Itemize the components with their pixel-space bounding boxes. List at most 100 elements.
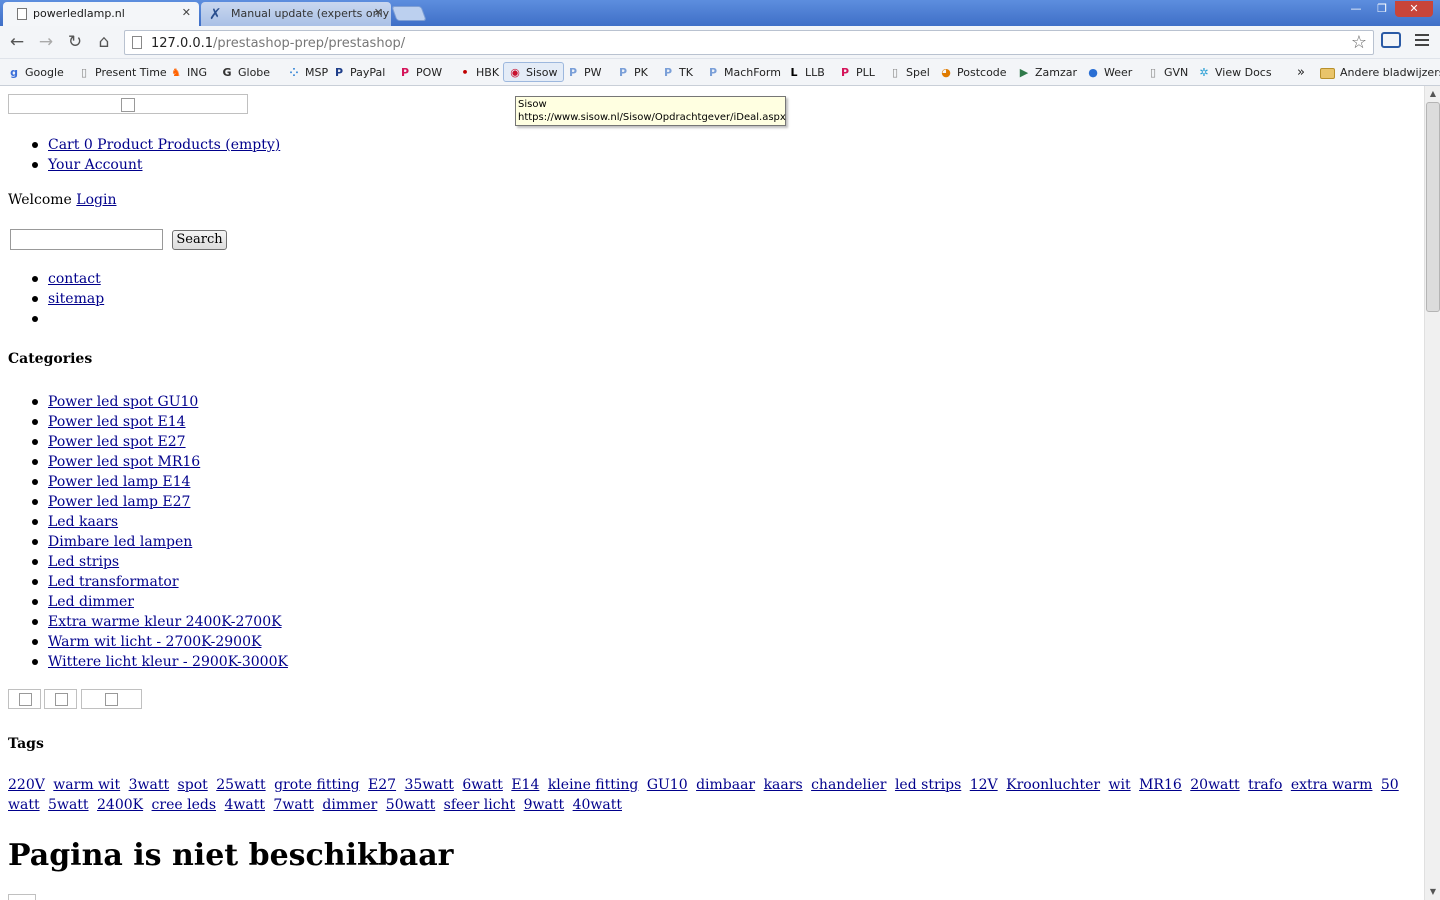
forward-arrow-icon[interactable]: → [35,31,57,53]
tag-link[interactable]: dimbaar [696,777,755,793]
tag-link[interactable]: E27 [368,777,396,793]
category-link[interactable]: Led kaars [48,514,118,530]
bookmarks-overflow-button[interactable]: » [1297,63,1305,83]
tag-link[interactable]: chandelier [811,777,886,793]
bookmark-postcode[interactable]: ◕ Postcode [939,63,1006,83]
bookmark-star-icon[interactable]: ☆ [1351,32,1367,53]
bookmark-msp[interactable]: ⁘ MSP [287,63,328,83]
bookmark-globe[interactable]: G Globe [220,63,270,83]
tag-link[interactable]: 220V [8,777,45,793]
tag-link[interactable]: extra warm [1291,777,1373,793]
tag-link[interactable]: sfeer licht [444,797,516,813]
bookmark-pll[interactable]: P PLL [838,63,875,83]
category-link[interactable]: Warm wit licht - 2700K-2900K [48,634,261,650]
category-link[interactable]: Power led lamp E27 [48,494,190,510]
tag-link[interactable]: 20watt [1190,777,1239,793]
tag-link[interactable]: kleine fitting [548,777,639,793]
bookmark-weer[interactable]: ● Weer [1086,63,1132,83]
tag-link[interactable]: 3watt [129,777,170,793]
tag-link[interactable]: 4watt [224,797,265,813]
bookmark-view-docs[interactable]: ✲ View Docs [1197,63,1271,83]
promo-image-3[interactable] [81,689,142,709]
bookmark-hbk[interactable]: • HBK [458,63,499,83]
category-link[interactable]: Extra warme kleur 2400K-2700K [48,614,282,630]
tag-link[interactable]: kaars [764,777,803,793]
tag-link[interactable]: spot [178,777,208,793]
category-link[interactable]: Led dimmer [48,594,134,610]
address-bar[interactable]: 127.0.0.1/prestashop-prep/prestashop/ ☆ [124,30,1374,55]
category-link[interactable]: Wittere licht kleur - 2900K-3000K [48,654,288,670]
bookmark-pow[interactable]: P POW [398,63,442,83]
vertical-scrollbar[interactable]: ▲ ▼ [1424,86,1440,900]
close-window-button[interactable]: ✕ [1395,1,1433,17]
tag-link[interactable]: 25watt [216,777,265,793]
tag-link[interactable]: GU10 [647,777,688,793]
sitemap-link[interactable]: sitemap [48,291,104,307]
tag-link[interactable]: MR16 [1139,777,1182,793]
reload-icon[interactable]: ↻ [64,31,86,53]
tag-link[interactable]: 9watt [524,797,565,813]
bookmark-google[interactable]: g Google [7,63,64,83]
tag-link[interactable]: 5watt [48,797,89,813]
tag-link[interactable]: cree leds [152,797,216,813]
cart-link[interactable]: Cart 0 Product Products (empty) [48,137,280,153]
category-link[interactable]: Led strips [48,554,119,570]
contact-link[interactable]: contact [48,271,101,287]
tag-link[interactable]: 7watt [273,797,314,813]
tag-link[interactable]: 6watt [462,777,503,793]
minimize-button[interactable]: — [1343,1,1369,17]
bookmark-spel[interactable]: ▯ Spel [888,63,930,83]
menu-icon[interactable] [1415,34,1429,46]
promo-image-2[interactable] [44,689,77,709]
restore-button[interactable]: ❐ [1369,1,1395,17]
bookmark-sisow[interactable]: ◉ Sisow [503,62,564,82]
home-icon[interactable]: ⌂ [93,31,115,53]
tag-link[interactable]: dimmer [322,797,377,813]
tag-link[interactable]: 40watt [573,797,622,813]
scroll-down-arrow-icon[interactable]: ▼ [1428,887,1438,897]
back-arrow-icon[interactable]: ← [6,31,28,53]
tag-link[interactable]: E14 [511,777,539,793]
tag-link[interactable]: warm wit [53,777,120,793]
category-link[interactable]: Power led spot E14 [48,414,186,430]
login-link[interactable]: Login [76,192,116,208]
tag-link[interactable]: 2400K [97,797,143,813]
bookmark-pk[interactable]: P PK [616,63,648,83]
other-bookmarks-folder[interactable]: Andere bladwijzers [1320,63,1440,83]
search-button[interactable]: Search [172,230,227,250]
category-link[interactable]: Dimbare led lampen [48,534,192,550]
address-url[interactable]: 127.0.0.1/prestashop-prep/prestashop/ [151,36,405,51]
scroll-up-arrow-icon[interactable]: ▲ [1428,89,1438,99]
bookmark-tk[interactable]: P TK [661,63,693,83]
bookmark-llb[interactable]: L LLB [787,63,824,83]
bookmark-paypal[interactable]: P PayPal [332,63,385,83]
new-tab-button[interactable] [391,6,427,21]
tab-manual-update[interactable]: ✗ Manual update (experts only ✕ [201,2,391,26]
tag-link[interactable]: led strips [895,777,961,793]
tag-link[interactable]: trafo [1248,777,1282,793]
search-input[interactable] [10,229,163,250]
tag-link[interactable]: 50watt [386,797,435,813]
tab-powerledlamp[interactable]: powerledlamp.nl ✕ [3,2,199,26]
category-link[interactable]: Power led spot E27 [48,434,186,450]
tag-link[interactable]: 12V [970,777,998,793]
logo-image[interactable] [8,94,248,114]
bookmark-present-time[interactable]: ▯ Present Time [77,63,167,83]
category-link[interactable]: Led transformator [48,574,179,590]
close-icon[interactable]: ✕ [374,6,383,19]
category-link[interactable]: Power led spot MR16 [48,454,200,470]
bookmark-pw[interactable]: P PW [566,63,602,83]
bookmark-gvn[interactable]: ▯ GVN [1146,63,1188,83]
bookmark-zamzar[interactable]: ▶ Zamzar [1017,63,1077,83]
tag-link[interactable]: grote fitting [274,777,360,793]
tag-link[interactable]: Kroonluchter [1006,777,1100,793]
bookmark-machform[interactable]: P MachForm [706,63,781,83]
printer-icon[interactable] [1381,32,1401,48]
bookmark-ing[interactable]: ♞ ING [169,63,207,83]
close-icon[interactable]: ✕ [182,6,191,19]
account-link[interactable]: Your Account [48,157,143,173]
category-link[interactable]: Power led lamp E14 [48,474,190,490]
promo-image-1[interactable] [8,689,41,709]
scrollbar-thumb[interactable] [1426,102,1440,312]
category-link[interactable]: Power led spot GU10 [48,394,198,410]
